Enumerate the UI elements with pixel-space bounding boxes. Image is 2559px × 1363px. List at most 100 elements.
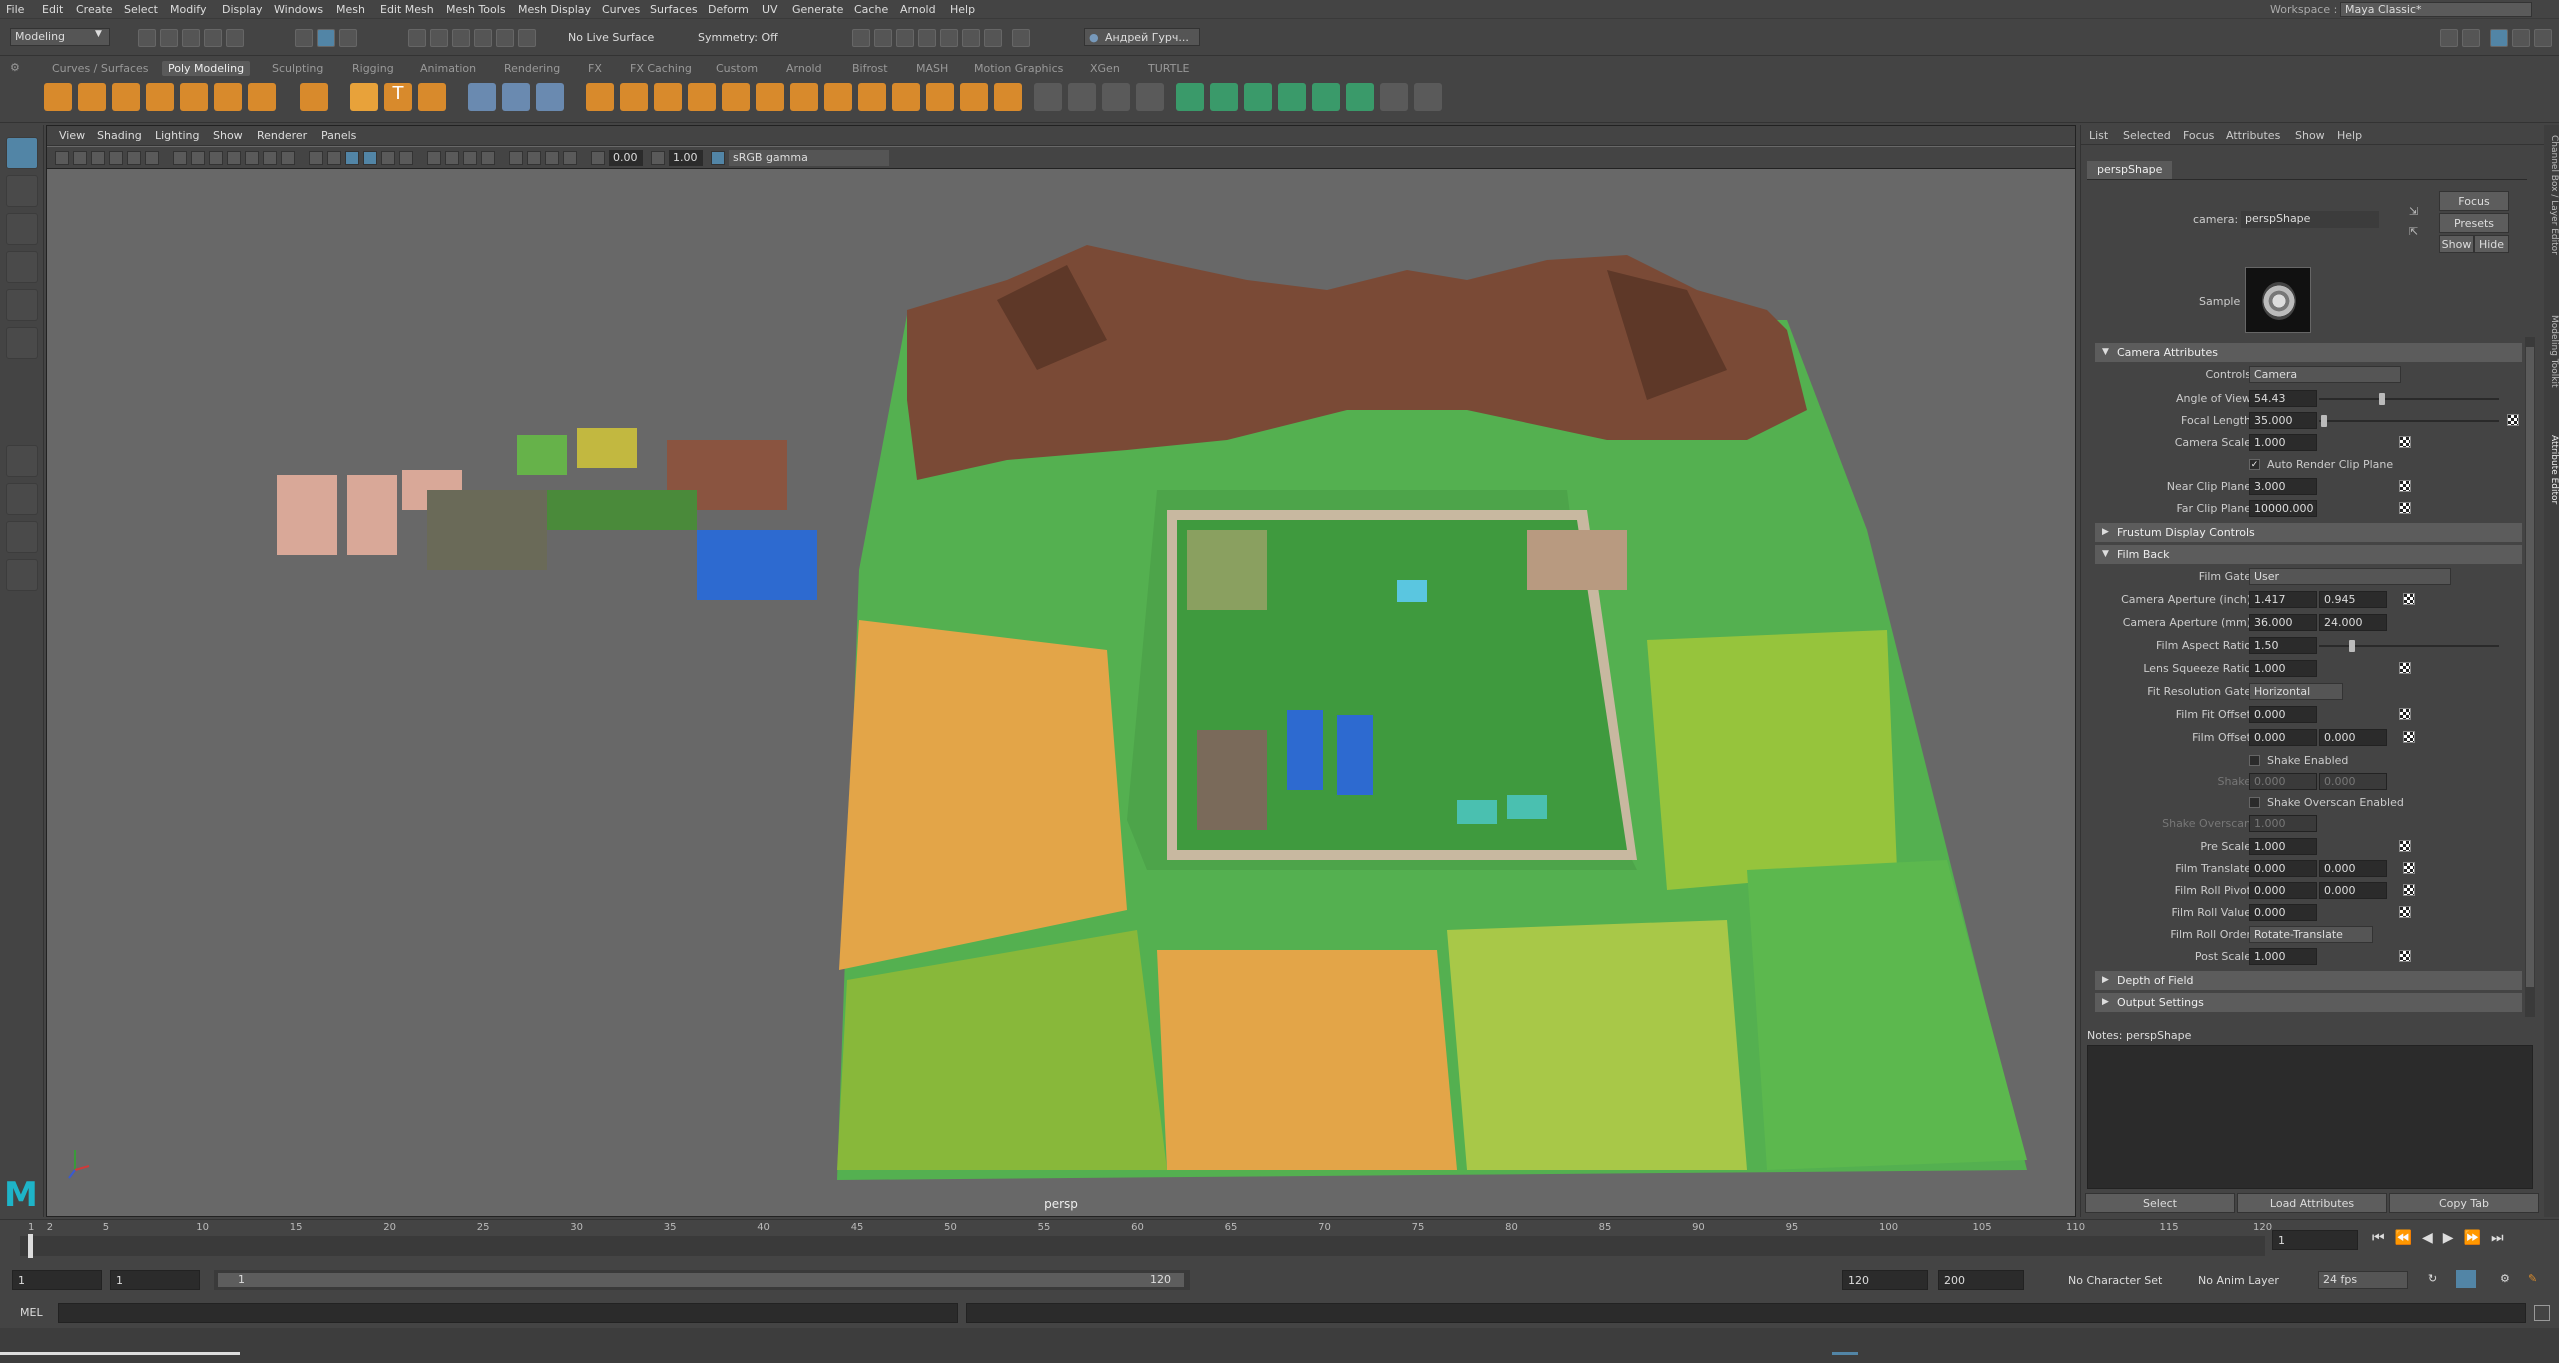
lens-squeeze-field[interactable]: 1.000 [2249, 660, 2317, 677]
go-to-output-icon[interactable]: ⇱ [2409, 225, 2418, 238]
lens-squeeze-map-icon[interactable] [2399, 662, 2411, 674]
image-plane-icon[interactable] [109, 151, 123, 165]
wireframe-icon[interactable] [309, 151, 323, 165]
view-transform-dropdown[interactable]: sRGB gamma [729, 150, 889, 166]
poke-icon[interactable] [926, 83, 954, 111]
angle-of-view-slider[interactable] [2319, 393, 2499, 405]
near-clip-field[interactable]: 3.000 [2249, 478, 2317, 495]
film-offset-x-field[interactable]: 0.000 [2249, 729, 2317, 746]
shelf-tab-sculpting[interactable]: Sculpting [266, 61, 329, 76]
section-camera-attributes[interactable]: ▼ Camera Attributes [2095, 343, 2522, 362]
viewport-panel[interactable]: View Shading Lighting Show Renderer Pane… [46, 125, 2076, 1217]
save-scene-icon[interactable] [182, 29, 200, 47]
hide-button[interactable]: Hide [2474, 235, 2509, 253]
ae-menu-list[interactable]: List [2089, 129, 2108, 142]
ae-menu-focus[interactable]: Focus [2183, 129, 2214, 142]
time-slider-track[interactable] [20, 1236, 2265, 1256]
camera-select-icon[interactable] [55, 151, 69, 165]
render-sequence-icon[interactable] [874, 29, 892, 47]
vp-menu-panels[interactable]: Panels [321, 129, 356, 142]
two-d-pan-icon[interactable] [127, 151, 141, 165]
camera-scale-map-icon[interactable] [2399, 436, 2411, 448]
shelf-tab-arnold[interactable]: Arnold [780, 61, 828, 76]
multi-cut-icon[interactable] [1034, 83, 1062, 111]
film-roll-order-dropdown[interactable]: Rotate-Translate [2249, 926, 2373, 943]
ae-menu-show[interactable]: Show [2295, 129, 2325, 142]
vp-menu-lighting[interactable]: Lighting [155, 129, 199, 142]
anim-prefs-icon[interactable]: ✎ [2528, 1272, 2537, 1285]
current-time-marker[interactable] [28, 1234, 33, 1258]
range-slider[interactable]: 1 120 [214, 1270, 1190, 1290]
film-fit-offset-field[interactable]: 0.000 [2249, 706, 2317, 723]
playback-controls-icon[interactable]: ⏮⏪◀▶⏩⏭ [2372, 1230, 2514, 1246]
sew-uv-icon[interactable] [1414, 83, 1442, 111]
menu-deform[interactable]: Deform [708, 3, 749, 16]
section-frustum-display[interactable]: ▶ Frustum Display Controls [2095, 523, 2522, 542]
fit-resolution-dropdown[interactable]: Horizontal [2249, 683, 2343, 700]
snap-vertex-icon[interactable] [518, 29, 536, 47]
single-perspective-layout-icon[interactable] [6, 445, 38, 477]
section-depth-of-field[interactable]: ▶ Depth of Field [2095, 971, 2522, 990]
grease-pencil-icon[interactable] [145, 151, 159, 165]
snap-surface-icon[interactable] [496, 29, 514, 47]
end-frame-field[interactable]: 200 [1938, 1270, 2024, 1290]
angle-of-view-field[interactable]: 54.43 [2249, 390, 2317, 407]
smooth-shade-icon[interactable] [327, 151, 341, 165]
shelf-tab-animation[interactable]: Animation [414, 61, 482, 76]
edge-loop-icon[interactable] [1068, 83, 1096, 111]
ae-menu-selected[interactable]: Selected [2123, 129, 2171, 142]
mel-label[interactable]: MEL [20, 1306, 43, 1319]
poly-disc-icon[interactable] [248, 83, 276, 111]
vp-menu-show[interactable]: Show [213, 129, 243, 142]
wedge-icon[interactable] [892, 83, 920, 111]
outliner-layout-icon[interactable] [6, 559, 38, 591]
safe-title-icon[interactable] [281, 151, 295, 165]
ipr-render-icon[interactable] [896, 29, 914, 47]
render-settings-icon[interactable] [918, 29, 936, 47]
shelf-tab-fx-caching[interactable]: FX Caching [624, 61, 698, 76]
undo-icon[interactable] [204, 29, 222, 47]
xray-joints-icon[interactable] [545, 151, 559, 165]
shelf-tab-curves-surfaces[interactable]: Curves / Surfaces [46, 61, 155, 76]
controls-dropdown[interactable]: Camera [2249, 366, 2401, 383]
node-tab[interactable]: perspShape [2087, 161, 2173, 179]
command-input[interactable] [58, 1303, 958, 1323]
menu-file[interactable]: File [6, 3, 24, 16]
merge-icon[interactable] [824, 83, 852, 111]
shelf-tab-poly-modeling[interactable]: Poly Modeling [162, 61, 251, 76]
wireframe-on-shaded-icon[interactable] [345, 151, 359, 165]
cut-uv-icon[interactable] [1380, 83, 1408, 111]
shelf-tab-mash[interactable]: MASH [910, 61, 954, 76]
menu-mesh-tools[interactable]: Mesh Tools [446, 3, 506, 16]
post-scale-map-icon[interactable] [2399, 950, 2411, 962]
fill-hole-icon[interactable] [756, 83, 784, 111]
platonic-solid-icon[interactable] [300, 83, 328, 111]
snap-curve-icon[interactable] [430, 29, 448, 47]
exposure-field[interactable]: 0.00 [609, 150, 643, 166]
select-tool-icon[interactable] [6, 137, 38, 169]
uv-editor-icon[interactable] [1312, 83, 1340, 111]
outliner-toggle-icon[interactable] [2462, 29, 2480, 47]
append-polygon-icon[interactable] [790, 83, 818, 111]
film-translate-x-field[interactable]: 0.000 [2249, 860, 2317, 877]
menu-uv[interactable]: UV [762, 3, 778, 16]
far-clip-map-icon[interactable] [2399, 502, 2411, 514]
load-attributes-button[interactable]: Load Attributes [2237, 1193, 2387, 1213]
poly-cube-icon[interactable] [78, 83, 106, 111]
film-fit-offset-map-icon[interactable] [2399, 708, 2411, 720]
shelf-tab-turtle[interactable]: TURTLE [1142, 61, 1195, 76]
poly-cone-icon[interactable] [146, 83, 174, 111]
menu-surfaces[interactable]: Surfaces [650, 3, 698, 16]
pre-scale-map-icon[interactable] [2399, 840, 2411, 852]
quadrangulate-icon[interactable] [994, 83, 1022, 111]
combine-icon[interactable] [468, 83, 496, 111]
motion-blur-icon[interactable] [445, 151, 459, 165]
go-to-input-icon[interactable]: ⇲ [2409, 205, 2418, 218]
focal-length-field[interactable]: 35.000 [2249, 412, 2317, 429]
shelf-tab-rigging[interactable]: Rigging [346, 61, 400, 76]
auto-key-icon[interactable] [2456, 1270, 2476, 1288]
character-set-dropdown[interactable]: No Character Set [2068, 1274, 2162, 1287]
ae-scrollbar[interactable] [2525, 337, 2535, 1017]
bridge-icon[interactable] [688, 83, 716, 111]
bookmark-icon[interactable] [91, 151, 105, 165]
